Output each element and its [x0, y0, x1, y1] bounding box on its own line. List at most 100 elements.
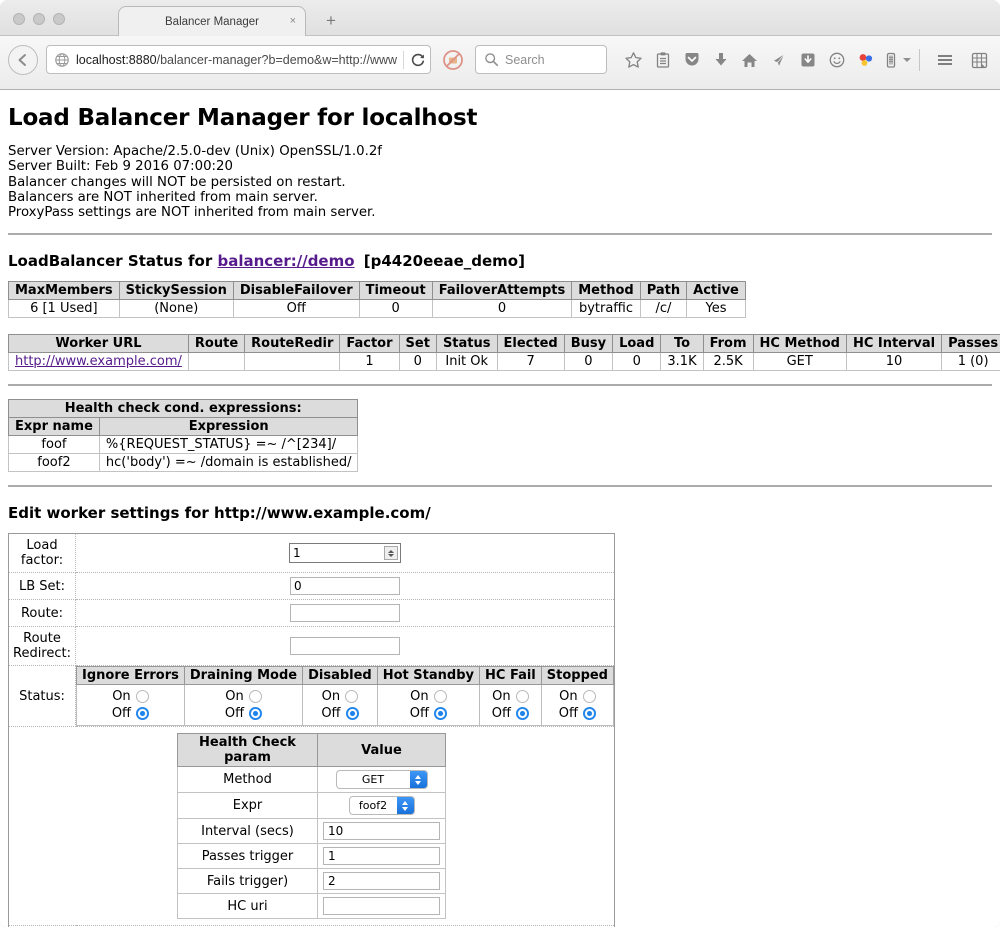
hc-fail-on-radio[interactable] — [516, 690, 529, 703]
route-redirect-row: Route Redirect: — [9, 627, 615, 666]
search-input[interactable]: Search — [475, 45, 607, 74]
table-header-row: Worker URL Route RouteRedir Factor Set S… — [9, 335, 1000, 353]
balancer-status-table: MaxMembers StickySession DisableFailover… — [8, 281, 746, 318]
hot-standby-on-radio[interactable] — [434, 690, 447, 703]
disabled-off-radio[interactable] — [346, 707, 359, 720]
balancer-demo-link[interactable]: balancer://demo — [217, 252, 354, 270]
new-tab-button[interactable]: + — [318, 11, 344, 31]
dropdown-caret-icon[interactable] — [903, 58, 911, 62]
minimize-window-button[interactable] — [33, 13, 45, 25]
lb-set-input[interactable] — [290, 577, 400, 595]
route-input[interactable] — [290, 604, 400, 622]
url-bar[interactable]: localhost:8880/balancer-manager?b=demo&w… — [46, 45, 431, 74]
hc-fails-input[interactable] — [323, 872, 440, 890]
page-title: Load Balancer Manager for localhost — [8, 90, 992, 131]
disabled-on-radio[interactable] — [345, 690, 358, 703]
lb-set-row: LB Set: — [9, 573, 615, 600]
hc-fail-off-radio[interactable] — [516, 707, 529, 720]
home-icon[interactable] — [735, 48, 764, 72]
hc-method-select[interactable]: GET — [336, 770, 428, 789]
persist-note-line: Balancer changes will NOT be persisted o… — [8, 175, 992, 190]
status-row: Status: Ignore Errors Draining Mode Disa… — [9, 666, 615, 727]
table-header-row: MaxMembers StickySession DisableFailover… — [9, 282, 746, 300]
urlbar-divider — [403, 51, 404, 69]
traffic-lights — [13, 13, 65, 25]
hc-passes-input[interactable] — [323, 847, 440, 865]
blocked-images-icon[interactable] — [441, 48, 465, 72]
load-factor-row: Load factor: — [9, 534, 615, 573]
tab-balancer-manager[interactable]: Balancer Manager × — [118, 6, 306, 36]
hc-expr-row: Expr foof2 — [178, 793, 446, 819]
lb-set-label: LB Set: — [9, 573, 76, 600]
tab-close-icon[interactable]: × — [290, 15, 296, 27]
status-label: Status: — [9, 666, 76, 727]
reading-list-icon[interactable] — [648, 48, 677, 72]
hc-method-row: Method GET — [178, 767, 446, 793]
table-header-row: Health Check param Value — [178, 734, 446, 767]
save-page-icon[interactable] — [793, 48, 822, 72]
navigation-toolbar: localhost:8880/balancer-manager?b=demo&w… — [0, 36, 1000, 90]
browser-window: Balancer Manager × + localhost:8880/bala… — [0, 0, 1000, 927]
route-row: Route: — [9, 600, 615, 627]
stopped-off-radio[interactable] — [583, 707, 596, 720]
back-icon — [15, 52, 31, 68]
tab-title: Balancer Manager — [165, 16, 259, 28]
draining-mode-off-radio[interactable] — [249, 707, 262, 720]
worker-url-link[interactable]: http://www.example.com/ — [15, 354, 182, 369]
page-content: Load Balancer Manager for localhost Serv… — [0, 90, 1000, 927]
toolbar-buttons — [619, 45, 994, 75]
titlebar: Balancer Manager × + — [0, 0, 1000, 36]
hot-standby-off-radio[interactable] — [434, 707, 447, 720]
hc-uri-input[interactable] — [323, 897, 440, 915]
load-factor-input[interactable] — [289, 543, 401, 563]
status-stopped-group: On Off — [541, 685, 613, 726]
bookmark-star-icon[interactable] — [619, 48, 648, 72]
hc-interval-input[interactable] — [323, 822, 440, 840]
status-ignore-errors-group: On Off — [77, 685, 185, 726]
colors-extension-icon[interactable] — [851, 48, 880, 72]
stopped-on-radio[interactable] — [583, 690, 596, 703]
back-button[interactable] — [8, 45, 38, 75]
close-window-button[interactable] — [13, 13, 25, 25]
device-battery-icon[interactable] — [880, 48, 902, 72]
route-label: Route: — [9, 600, 76, 627]
health-check-expressions-table: Health check cond. expressions: Expr nam… — [8, 399, 358, 472]
send-tab-icon[interactable] — [764, 48, 793, 72]
server-version-line: Server Version: Apache/2.5.0-dev (Unix) … — [8, 144, 992, 159]
toolbar-separator — [919, 49, 920, 71]
table-row: foof %{REQUEST_STATUS} =~ /^[234]/ — [9, 436, 358, 454]
health-check-params-row: Health Check param Value Method GET — [9, 727, 615, 926]
status-draining-mode-group: On Off — [184, 685, 302, 726]
hc-expr-select[interactable]: foof2 — [349, 796, 415, 815]
table-title-row: Health check cond. expressions: — [9, 400, 358, 418]
zoom-window-button[interactable] — [53, 13, 65, 25]
radio-row: On Off On Off On Off — [77, 685, 614, 726]
pocket-icon[interactable] — [677, 48, 706, 72]
route-redirect-input[interactable] — [290, 637, 400, 655]
ignore-errors-on-radio[interactable] — [136, 690, 149, 703]
balancer-status-heading: LoadBalancer Status for balancer://demo … — [8, 252, 992, 270]
menu-hamburger-icon[interactable] — [930, 48, 959, 72]
downloads-icon[interactable] — [706, 48, 735, 72]
url-text[interactable]: localhost:8880/balancer-manager?b=demo&w… — [76, 53, 397, 67]
hc-passes-row: Passes trigger — [178, 844, 446, 869]
bookmarks-grid-icon[interactable] — [965, 48, 994, 72]
status-hc-fail-group: On Off — [480, 685, 542, 726]
draining-mode-on-radio[interactable] — [249, 690, 262, 703]
divider — [8, 384, 992, 386]
ignore-errors-off-radio[interactable] — [136, 707, 149, 720]
table-row: http://www.example.com/ 1 0 Init Ok 7 0 … — [9, 353, 1000, 371]
feedback-smiley-icon[interactable] — [822, 48, 851, 72]
worker-status-table: Worker URL Route RouteRedir Factor Set S… — [8, 334, 1000, 371]
select-stepper-icon — [410, 770, 427, 789]
status-options-table: Ignore Errors Draining Mode Disabled Hot… — [76, 666, 614, 726]
hc-interval-row: Interval (secs) — [178, 819, 446, 844]
table-row: foof2 hc('body') =~ /domain is establish… — [9, 454, 358, 472]
table-row: 6 [1 Used] (None) Off 0 0 bytraffic /c/ … — [9, 300, 746, 318]
number-spinner-icon[interactable] — [384, 546, 398, 560]
load-factor-label: Load factor: — [9, 534, 76, 573]
hc-fails-row: Fails trigger) — [178, 869, 446, 894]
search-placeholder: Search — [505, 53, 545, 67]
reload-icon[interactable] — [410, 52, 426, 68]
server-built-line: Server Built: Feb 9 2016 07:00:20 — [8, 159, 992, 174]
